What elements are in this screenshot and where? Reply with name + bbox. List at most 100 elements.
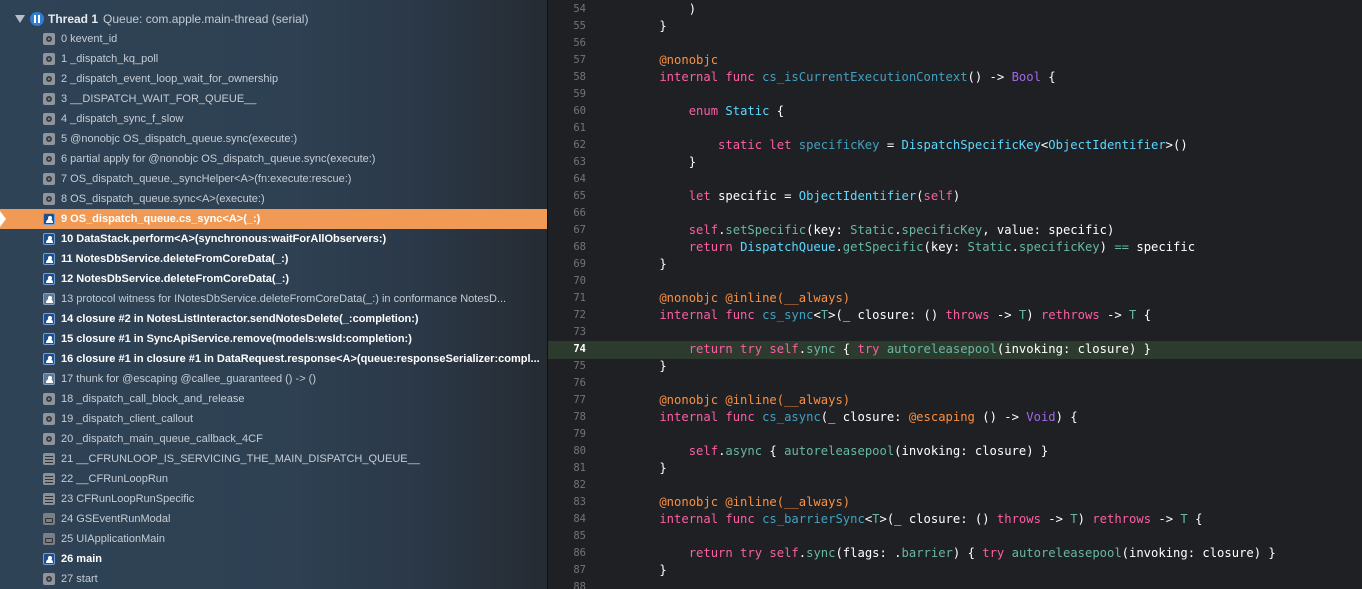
code-line[interactable]: 57 @nonobjc	[548, 52, 1362, 69]
line-number: 74	[573, 343, 586, 355]
code-token: ==	[1114, 240, 1130, 254]
stack-frame[interactable]: 18 _dispatch_call_block_and_release	[0, 389, 547, 409]
code-token: }	[630, 155, 697, 169]
code-line[interactable]: 60 enum Static {	[548, 103, 1362, 120]
code-line[interactable]: 85	[548, 528, 1362, 545]
code-token: >(_ closure: ()	[879, 512, 997, 526]
code-token: (invoking: closure) }	[894, 444, 1049, 458]
gear-icon	[43, 193, 55, 205]
code-token: specificKey	[901, 223, 983, 237]
stack-frame[interactable]: 20 _dispatch_main_queue_callback_4CF	[0, 429, 547, 449]
stack-frame[interactable]: 17 thunk for @escaping @callee_guarantee…	[0, 369, 547, 389]
code-line[interactable]: 82	[548, 477, 1362, 494]
code-line[interactable]: 75 }	[548, 358, 1362, 375]
line-number: 61	[573, 122, 586, 134]
code-line[interactable]: 87 }	[548, 562, 1362, 579]
stack-frame[interactable]: 22 __CFRunLoopRun	[0, 469, 547, 489]
code-token: DispatchSpecificKey	[901, 138, 1041, 152]
code-line[interactable]: 66	[548, 205, 1362, 222]
disclosure-triangle-icon[interactable]	[15, 15, 25, 23]
stack-frame-label: 1 _dispatch_kq_poll	[61, 53, 159, 65]
code-token: cs_isCurrentExecutionContext	[762, 70, 968, 84]
stack-frame[interactable]: 6 partial apply for @nonobjc OS_dispatch…	[0, 149, 547, 169]
line-number: 67	[573, 224, 586, 236]
code-text: }	[630, 18, 666, 35]
code-line[interactable]: 72 internal func cs_sync<T>(_ closure: (…	[548, 307, 1362, 324]
code-token: ) {	[952, 546, 983, 560]
stack-frame-label: 0 kevent_id	[61, 33, 118, 45]
stack-frame[interactable]: 14 closure #2 in NotesListInteractor.sen…	[0, 309, 547, 329]
stack-frame[interactable]: 8 OS_dispatch_queue.sync<A>(execute:)	[0, 189, 547, 209]
stack-frame-label: 17 thunk for @escaping @callee_guarantee…	[61, 373, 316, 385]
stack-frame[interactable]: 12 NotesDbService.deleteFromCoreData(_:)	[0, 269, 547, 289]
code-line[interactable]: 67 self.setSpecific(key: Static.specific…	[548, 222, 1362, 239]
code-line[interactable]: 70	[548, 273, 1362, 290]
stack-frame[interactable]: 25 UIApplicationMain	[0, 529, 547, 549]
gear-icon	[43, 173, 55, 185]
code-line[interactable]: 71 @nonobjc @inline(__always)	[548, 290, 1362, 307]
stack-frame-label: 22 __CFRunLoopRun	[61, 473, 169, 485]
code-line[interactable]: 61	[548, 120, 1362, 137]
gear-icon	[43, 93, 55, 105]
code-token: enum	[630, 104, 726, 118]
code-line[interactable]: 68 return DispatchQueue.getSpecific(key:…	[548, 239, 1362, 256]
stack-frame[interactable]: 21 __CFRUNLOOP_IS_SERVICING_THE_MAIN_DIS…	[0, 449, 547, 469]
stack-frame[interactable]: 16 closure #1 in closure #1 in DataReque…	[0, 349, 547, 369]
code-line[interactable]: 56	[548, 35, 1362, 52]
code-editor[interactable]: 54 ) 55 } 56 57 @nonobjc 58 internal func cs…	[548, 0, 1362, 589]
stack-frame[interactable]: 26 main	[0, 549, 547, 569]
stack-frame[interactable]: 11 NotesDbService.deleteFromCoreData(_:)	[0, 249, 547, 269]
stack-frame[interactable]: 23 CFRunLoopRunSpecific	[0, 489, 547, 509]
stack-frame[interactable]: 0 kevent_id	[0, 29, 547, 49]
code-line[interactable]: 80 self.async { autoreleasepool(invoking…	[548, 443, 1362, 460]
user-code-icon	[43, 353, 55, 365]
stack-frame[interactable]: 19 _dispatch_client_callout	[0, 409, 547, 429]
stack-frame[interactable]: 1 _dispatch_kq_poll	[0, 49, 547, 69]
code-line[interactable]: 65 let specific = ObjectIdentifier(self)	[548, 188, 1362, 205]
code-line[interactable]: 77 @nonobjc @inline(__always)	[548, 392, 1362, 409]
code-token: async	[725, 444, 763, 458]
stack-frame[interactable]: 5 @nonobjc OS_dispatch_queue.sync(execut…	[0, 129, 547, 149]
code-token: DispatchQueue	[740, 240, 836, 254]
code-line[interactable]: 84 internal func cs_barrierSync<T>(_ clo…	[548, 511, 1362, 528]
stack-frame[interactable]: 24 GSEventRunModal	[0, 509, 547, 529]
stack-frame-list: 0 kevent_id 1 _dispatch_kq_poll 2 _dispatc…	[0, 29, 547, 589]
stack-frame[interactable]: 4 _dispatch_sync_f_slow	[0, 109, 547, 129]
code-token: )	[1077, 512, 1093, 526]
code-line[interactable]: 79	[548, 426, 1362, 443]
framework-icon	[43, 473, 55, 485]
code-line[interactable]: 54 )	[548, 1, 1362, 18]
stack-frame[interactable]: 2 _dispatch_event_loop_wait_for_ownershi…	[0, 69, 547, 89]
code-line[interactable]: 78 internal func cs_async(_ closure: @es…	[548, 409, 1362, 426]
code-token: ObjectIdentifier	[798, 189, 917, 203]
stack-frame-label: 16 closure #1 in closure #1 in DataReque…	[61, 353, 540, 365]
code-line[interactable]: 59	[548, 86, 1362, 103]
stack-frame[interactable]: 7 OS_dispatch_queue._syncHelper<A>(fn:ex…	[0, 169, 547, 189]
stack-frame[interactable]: 3 __DISPATCH_WAIT_FOR_QUEUE__	[0, 89, 547, 109]
code-line[interactable]: 86 return try self.sync(flags: .barrier)…	[548, 545, 1362, 562]
code-line[interactable]: 69 }	[548, 256, 1362, 273]
stack-frame-selected[interactable]: 9 OS_dispatch_queue.cs_sync<A>(_:)	[0, 209, 547, 229]
stack-frame[interactable]: 15 closure #1 in SyncApiService.remove(m…	[0, 329, 547, 349]
code-token: (invoking: closure) }	[1121, 546, 1276, 560]
stack-frame[interactable]: 13 protocol witness for INotesDbService.…	[0, 289, 547, 309]
code-line[interactable]: 64	[548, 171, 1362, 188]
stack-frame-label: 3 __DISPATCH_WAIT_FOR_QUEUE__	[61, 93, 257, 105]
code-line[interactable]: 62 static let specificKey = DispatchSpec…	[548, 137, 1362, 154]
code-token: autoreleasepool	[784, 444, 895, 458]
code-line[interactable]: 73	[548, 324, 1362, 341]
code-token: cs_barrierSync	[762, 512, 865, 526]
code-token: return try self	[630, 546, 799, 560]
code-line[interactable]: 63 }	[548, 154, 1362, 171]
code-line[interactable]: 88	[548, 579, 1362, 589]
thread-row[interactable]: Thread 1 Queue: com.apple.main-thread (s…	[0, 9, 547, 29]
code-line[interactable]: 58 internal func cs_isCurrentExecutionCo…	[548, 69, 1362, 86]
code-line[interactable]: 76	[548, 375, 1362, 392]
current-line[interactable]: 74 return try self.sync { try autoreleas…	[548, 341, 1362, 359]
code-line[interactable]: 81 }	[548, 460, 1362, 477]
code-line[interactable]: 83 @nonobjc @inline(__always)	[548, 494, 1362, 511]
code-line[interactable]: 55 }	[548, 18, 1362, 35]
code-token: =	[879, 138, 902, 152]
stack-frame[interactable]: 10 DataStack.perform<A>(synchronous:wait…	[0, 229, 547, 249]
stack-frame[interactable]: 27 start	[0, 569, 547, 589]
